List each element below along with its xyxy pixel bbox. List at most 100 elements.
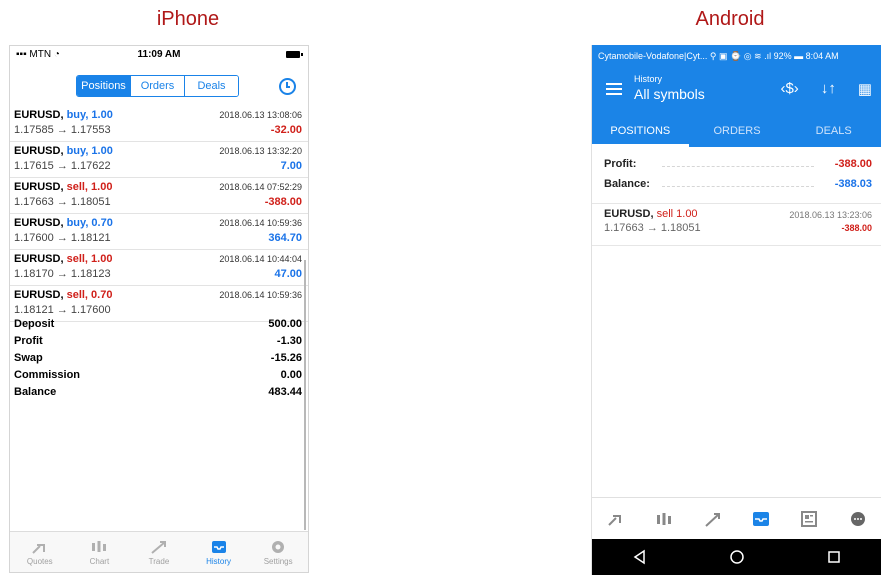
chat-icon[interactable] [846,508,870,530]
deals-list: EURUSD, buy, 1.00 2018.06.13 13:08:06 1.… [10,106,308,322]
deal-symbol: EURUSD, [14,181,64,193]
deal-symbol: EURUSD, [14,109,64,121]
list-item[interactable]: EURUSD, buy, 0.70 2018.06.14 10:59:36 1.… [10,214,308,250]
history-tabs: POSITIONS ORDERS DEALS [592,119,881,147]
summary-row-deposit: Deposit 500.00 [14,318,302,330]
android-app-bar: Cytamobile-Vodafone|Cyt... ⚲ ▣ ⌚ ◎ ≋ .ıl… [592,45,881,147]
sort-icon[interactable]: ↓↑ [821,80,836,98]
list-item[interactable]: EURUSD, sell, 0.70 2018.06.14 10:59:36 1… [10,286,308,322]
quotes-icon[interactable] [604,508,628,530]
deal-prices: 1.17585 → 1.17553 [14,124,111,136]
settings-icon [248,537,308,557]
deal-prices: 1.18121 → 1.17600 [14,304,111,316]
deal-prices: 1.17663 → 1.18051 [14,196,111,208]
deal-time: 2018.06.14 10:59:36 [219,218,302,228]
list-item[interactable]: EURUSD, sell, 1.00 2018.06.14 07:52:29 1… [10,178,308,214]
deal-symbol: EURUSD, [14,253,64,265]
deal-prices: 1.17615 → 1.17622 [14,160,111,172]
trade-icon [129,537,189,557]
divider [592,245,881,246]
home-icon[interactable] [729,549,745,565]
segment-orders[interactable]: Orders [130,76,184,96]
tab-positions[interactable]: POSITIONS [592,119,689,147]
deal-profit: 7.00 [280,160,302,172]
deal-time: 2018.06.14 10:59:36 [219,290,302,300]
tab-chart[interactable]: Chart [70,532,130,572]
tab-orders[interactable]: ORDERS [689,119,786,147]
battery-icon [286,51,303,58]
account-summary: Profit: -388.00 Balance: -388.03 [604,158,872,198]
deal-prices: 1.17600 → 1.18121 [14,232,111,244]
history-icon [189,537,249,557]
android-bottom-nav [592,497,881,540]
list-item[interactable]: EURUSD, buy, 1.00 2018.06.13 13:32:20 1.… [10,142,308,178]
deal-time: 2018.06.13 13:23:06 [789,210,872,220]
symbol-filter[interactable]: All symbols [634,86,705,102]
deal-time: 2018.06.13 13:08:06 [219,110,302,120]
deal-time: 2018.06.14 07:52:29 [219,182,302,192]
deal-time: 2018.06.14 10:44:04 [219,254,302,264]
deal-profit: 364.70 [268,232,302,244]
deal-side: sell, 1.00 [66,181,113,193]
segment-positions[interactable]: Positions [77,76,130,96]
ios-tab-bar: Quotes Chart Trade History Settings [10,531,308,572]
deal-symbol: EURUSD, [14,217,64,229]
history-segmented-control: Positions Orders Deals [76,75,239,97]
tab-trade[interactable]: Trade [129,532,189,572]
list-item[interactable]: EURUSD, sell 1.00 2018.06.13 13:23:06 1.… [604,208,872,238]
back-icon[interactable] [632,549,648,565]
summary-row-swap: Swap -15.26 [14,352,302,364]
account-summary: Deposit 500.00 Profit -1.30 Swap -15.26 Com… [10,318,308,403]
iphone-screen: ▪▪▪ MTN ◔ 11:09 AM Positions Orders Deal… [9,45,309,573]
deal-profit: -388.00 [841,223,872,233]
segment-deals[interactable]: Deals [184,76,238,96]
deal-prices: 1.17663 → 1.18051 [604,222,701,234]
deal-side: sell, 0.70 [66,289,113,301]
deal-time: 2018.06.13 13:32:20 [219,146,302,156]
deal-profit: -32.00 [270,124,302,136]
deal-side: sell 1.00 [656,208,698,220]
summary-row-balance: Balance 483.44 [14,386,302,398]
news-icon[interactable] [797,508,821,530]
menu-icon[interactable] [606,83,622,95]
quotes-icon [10,537,70,557]
divider [592,203,881,204]
deal-symbol: EURUSD, [604,208,654,220]
ios-status-bar: ▪▪▪ MTN ◔ 11:09 AM [10,46,308,64]
chart-icon [70,537,130,557]
app-bar-subtitle: History [634,74,663,84]
deal-prices: 1.18170 → 1.18123 [14,268,111,280]
deal-side: buy, 1.00 [66,145,113,157]
deal-side: sell, 1.00 [66,253,113,265]
status-time: 11:09 AM [137,49,181,60]
deal-profit: -388.00 [264,196,302,208]
trade-icon[interactable] [701,508,725,530]
balance-row: Balance: -388.03 [604,178,872,190]
tab-deals[interactable]: DEALS [785,119,881,147]
scrollbar[interactable] [304,260,306,530]
list-item[interactable]: EURUSD, sell, 1.00 2018.06.14 10:44:04 1… [10,250,308,286]
tab-quotes[interactable]: Quotes [10,532,70,572]
recents-icon[interactable] [826,549,842,565]
android-screen: Cytamobile-Vodafone|Cyt... ⚲ ▣ ⌚ ◎ ≋ .ıl… [591,45,881,575]
clock-icon[interactable] [279,78,296,95]
iphone-caption: iPhone [156,8,220,30]
chart-icon[interactable] [652,508,676,530]
deal-symbol: EURUSD, [14,289,64,301]
profit-row: Profit: -388.00 [604,158,872,170]
summary-row-profit: Profit -1.30 [14,335,302,347]
android-system-nav [592,539,881,575]
app-bar-actions: ‹$› ↓↑ ▦ [780,80,872,98]
deal-side: buy, 1.00 [66,109,113,121]
history-icon[interactable] [749,508,773,530]
summary-row-commission: Commission 0.00 [14,369,302,381]
deal-side: buy, 0.70 [66,217,113,229]
list-item[interactable]: EURUSD, buy, 1.00 2018.06.13 13:08:06 1.… [10,106,308,142]
android-status-bar: Cytamobile-Vodafone|Cyt... ⚲ ▣ ⌚ ◎ ≋ .ıl… [598,51,839,61]
dollar-filter-icon[interactable]: ‹$› [780,80,798,98]
tab-history[interactable]: History [189,532,249,572]
deal-profit: 47.00 [274,268,302,280]
deal-symbol: EURUSD, [14,145,64,157]
calendar-icon[interactable]: ▦ [858,80,872,98]
tab-settings[interactable]: Settings [248,532,308,572]
